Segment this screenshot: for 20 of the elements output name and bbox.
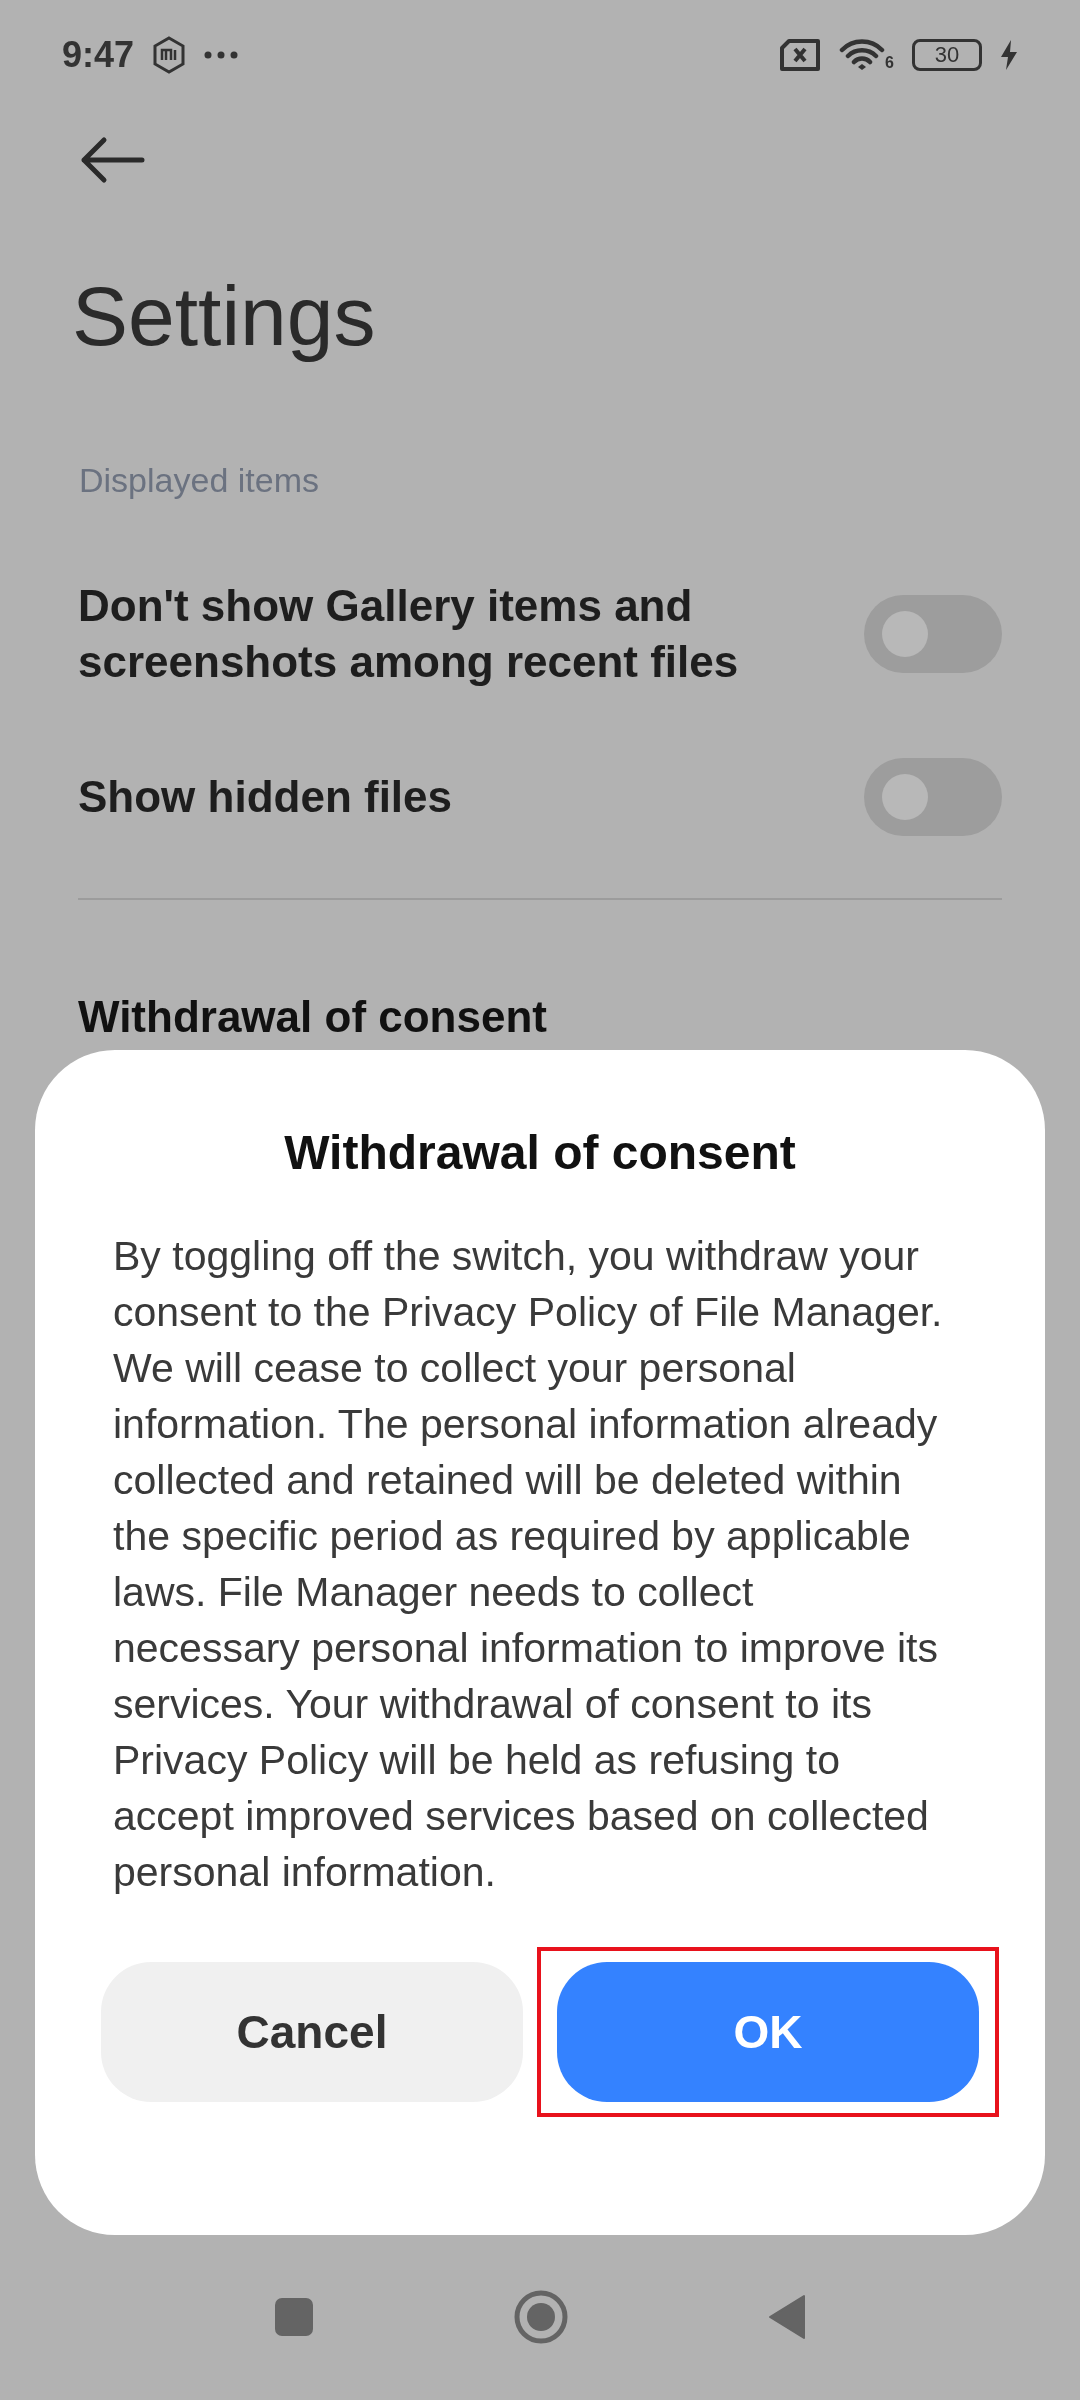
setting-label: Withdrawal of consent — [78, 992, 548, 1042]
home-icon[interactable] — [514, 2290, 568, 2344]
recents-icon[interactable] — [274, 2297, 314, 2337]
setting-label: Show hidden files — [78, 771, 453, 823]
setting-label: Don't show Gallery items and screenshots among recent files — [78, 580, 740, 688]
cancel-button[interactable]: Cancel — [101, 1962, 523, 2102]
status-time: 9:47 — [62, 34, 135, 76]
section-header: Displayed items — [79, 461, 320, 500]
hexagon-logo-icon — [152, 36, 187, 74]
back-icon[interactable] — [768, 2294, 806, 2340]
ok-button[interactable]: OK — [557, 1962, 979, 2102]
more-icon — [204, 51, 239, 59]
sim-missing-icon — [779, 39, 822, 71]
charging-icon — [1000, 40, 1018, 70]
dialog-title: Withdrawal of consent — [283, 1125, 797, 1180]
dialog-message: By toggling off the switch, you withdraw your consent to the Privacy Policy of File Manager. We will cease to collect your personal information. The personal information already collected and retained will be deleted within the specific period as required by applicable laws. File Manager needs to collect necessary personal information to improve its services. Your withdrawal of consent to its Privacy Policy will be held as refusing to accept improved services based on collected personal information. — [113, 1232, 943, 1897]
page-title: Settings — [72, 268, 377, 365]
wifi-icon — [839, 38, 886, 72]
battery-icon: 30 — [912, 39, 982, 71]
wifi-network-label: 6 — [885, 54, 894, 72]
